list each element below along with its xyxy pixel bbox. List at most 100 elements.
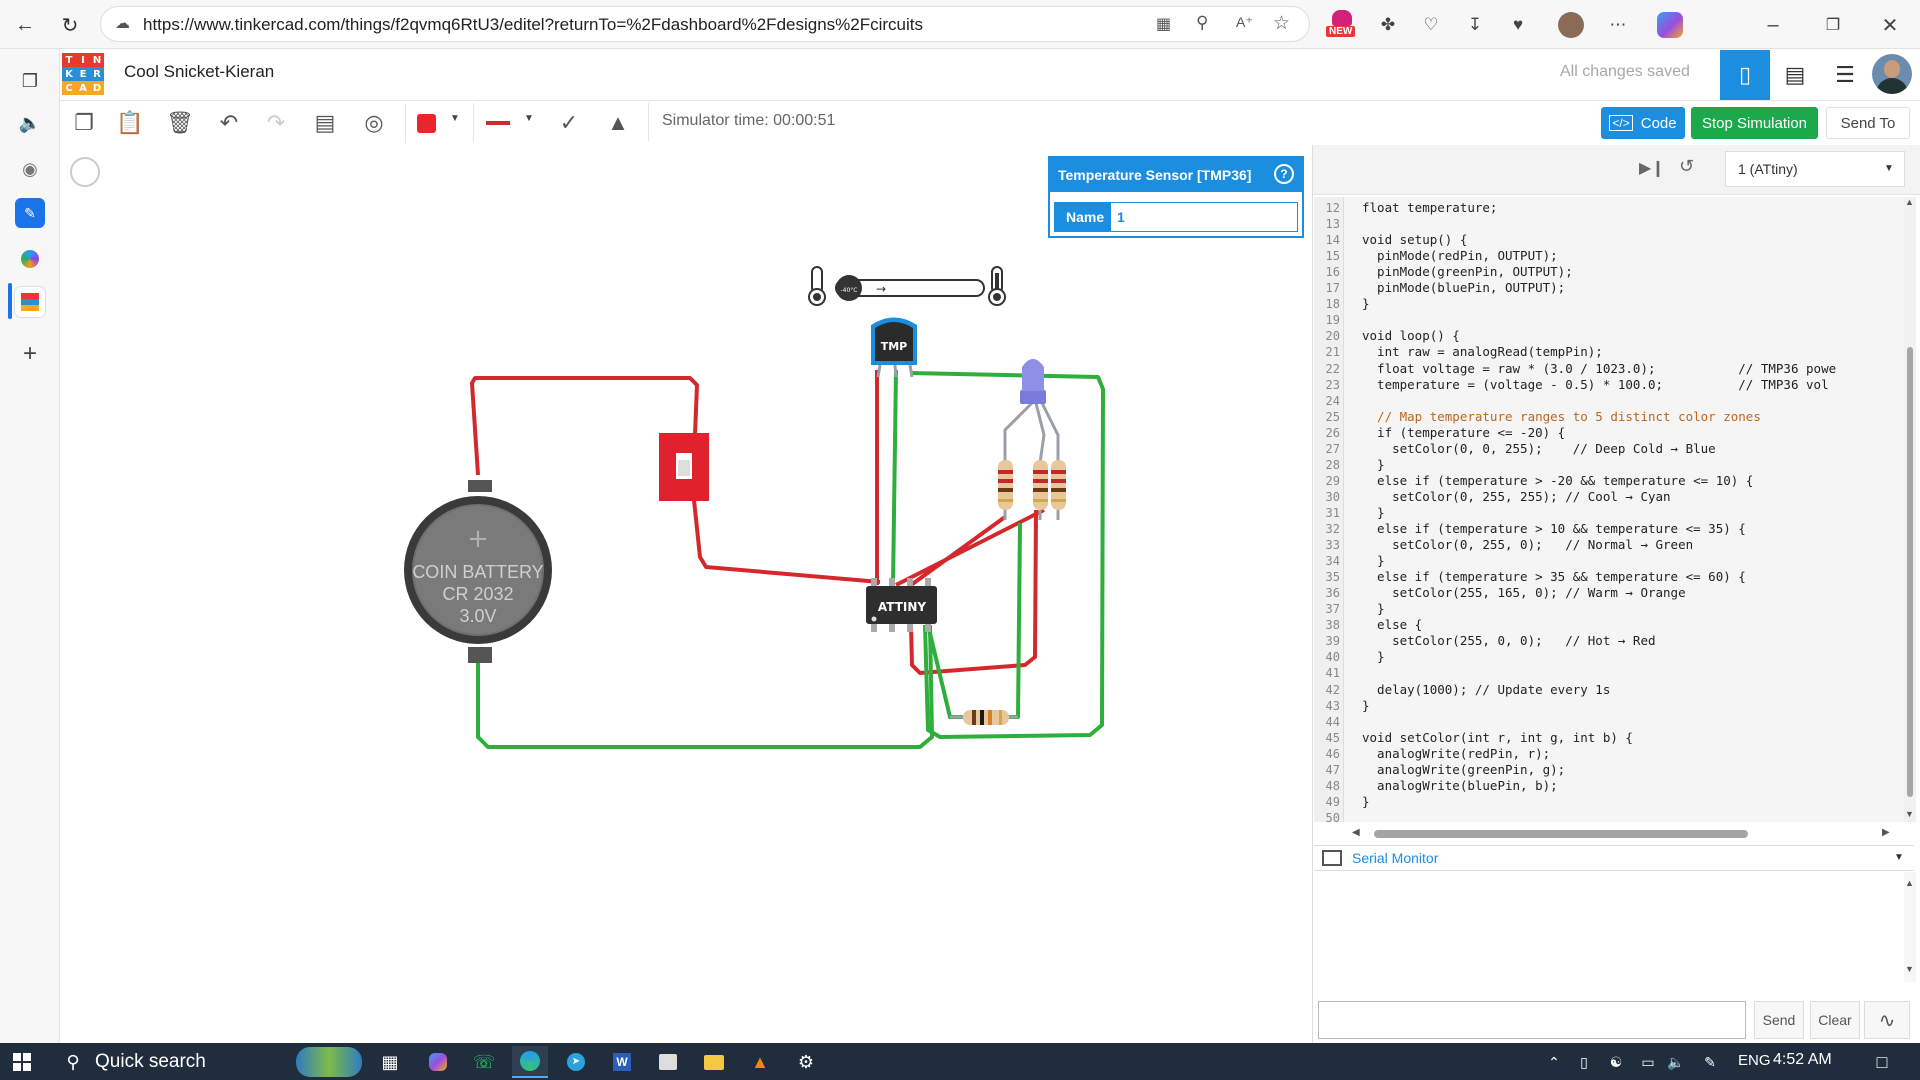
code-line[interactable]: else if (temperature > 10 && temperature… xyxy=(1362,521,1746,536)
code-line[interactable]: setColor(255, 0, 0); // Hot → Red xyxy=(1362,633,1655,648)
task-view-icon[interactable]: ▦ xyxy=(372,1046,408,1078)
speaker-icon[interactable]: 🔈 xyxy=(15,108,45,138)
github-icon[interactable]: ◉ xyxy=(15,154,45,184)
send-button[interactable]: Send xyxy=(1754,1001,1804,1039)
code-line[interactable]: } xyxy=(1362,457,1385,472)
flip-icon[interactable]: ▲ xyxy=(601,107,635,139)
user-avatar[interactable] xyxy=(1872,54,1912,94)
code-line[interactable]: pinMode(bluePin, OUTPUT); xyxy=(1362,280,1565,295)
code-line[interactable]: setColor(0, 0, 255); // Deep Cold → Blue xyxy=(1362,441,1716,456)
notes-visibility-icon[interactable]: ◎ xyxy=(357,107,391,139)
refresh-icon[interactable]: ↻ xyxy=(55,10,85,40)
restore-icon[interactable]: ❐ xyxy=(1820,12,1846,38)
minimize-icon[interactable]: – xyxy=(1760,12,1786,38)
send-to-button[interactable]: Send To xyxy=(1826,107,1910,139)
serial-input[interactable] xyxy=(1318,1001,1746,1039)
code-editor[interactable]: 12 13 14 15 16 17 18 19 20 21 22 23 24 25 26 27 28 29 30 31… xyxy=(1314,197,1904,822)
downloads-icon[interactable]: ↧ xyxy=(1462,12,1488,38)
wire-green[interactable] xyxy=(891,369,898,586)
code-line[interactable]: } xyxy=(1362,698,1370,713)
vlc-icon[interactable]: ▲ xyxy=(742,1046,778,1078)
app-view-icon[interactable]: ▦ xyxy=(1156,14,1171,34)
step-over-icon[interactable]: ▶❙ xyxy=(1639,158,1665,178)
volume-icon[interactable]: 🔈 xyxy=(1658,1046,1694,1078)
wire-red[interactable] xyxy=(909,515,1007,587)
store-icon[interactable] xyxy=(650,1046,686,1078)
resistor[interactable] xyxy=(950,710,1018,725)
restart-icon[interactable]: ↺ xyxy=(1679,156,1694,177)
scroll-down-icon[interactable]: ▼ xyxy=(1905,809,1914,819)
scrollbar-thumb[interactable] xyxy=(1907,347,1913,797)
new-features-icon[interactable]: NEW xyxy=(1326,10,1358,42)
profile-avatar[interactable] xyxy=(1558,12,1584,38)
favorites-icon[interactable]: ♡ xyxy=(1418,12,1444,38)
copilot-icon[interactable] xyxy=(1657,12,1683,38)
scrollbar-thumb[interactable] xyxy=(1374,830,1748,838)
code-line[interactable]: else if (temperature > 35 && temperature… xyxy=(1362,569,1746,584)
redo-icon[interactable]: ↷ xyxy=(259,107,293,139)
word-icon[interactable]: W xyxy=(604,1046,640,1078)
tinkercad-logo[interactable]: T I N K E R C A D xyxy=(62,53,104,95)
device-select[interactable]: 1 (ATtiny) ▼ xyxy=(1725,151,1905,187)
component-list-icon[interactable]: ☰ xyxy=(1820,50,1870,100)
scroll-up-icon[interactable]: ▲ xyxy=(1905,197,1914,207)
undo-icon[interactable]: ↶ xyxy=(212,107,246,139)
code-line[interactable]: pinMode(redPin, OUTPUT); xyxy=(1362,248,1558,263)
project-title[interactable]: Cool Snicket-Kieran xyxy=(124,62,274,82)
code-line[interactable]: void loop() { xyxy=(1362,328,1460,343)
code-line[interactable]: } xyxy=(1362,794,1370,809)
battery-icon[interactable]: ▯ xyxy=(1566,1046,1602,1078)
taskbar-search[interactable]: Quick search xyxy=(95,1051,206,1073)
resistor[interactable] xyxy=(998,460,1013,520)
code-line[interactable]: } xyxy=(1362,649,1385,664)
notes-icon[interactable]: ▤ xyxy=(308,107,342,139)
address-bar[interactable]: ☁ https://www.tinkercad.com/things/f2qvm… xyxy=(100,6,1310,42)
circuit-view-icon[interactable]: ▯ xyxy=(1720,50,1770,100)
notifications-icon[interactable]: □ xyxy=(1864,1046,1900,1078)
code-line[interactable]: int raw = analogRead(tempPin); xyxy=(1362,344,1603,359)
delete-icon[interactable]: 🗑 xyxy=(163,107,197,139)
clock[interactable]: 4:52 AM xyxy=(1773,1051,1832,1069)
graph-icon[interactable]: ∿ xyxy=(1864,1001,1910,1039)
paste-icon[interactable]: 📋 xyxy=(113,107,147,139)
wifi-icon[interactable]: ☯ xyxy=(1598,1046,1634,1078)
temperature-slider[interactable]: -40°C → xyxy=(835,275,985,301)
code-line[interactable]: setColor(0, 255, 0); // Normal → Green xyxy=(1362,537,1693,552)
code-line[interactable]: temperature = (voltage - 0.5) * 100.0; /… xyxy=(1362,377,1829,392)
wire-green[interactable] xyxy=(926,522,1022,719)
name-field[interactable]: 1 xyxy=(1110,202,1298,232)
telegram-icon[interactable]: ➤ xyxy=(558,1046,594,1078)
tab-actions-icon[interactable]: ❐ xyxy=(15,66,45,96)
code-button[interactable]: </> Code xyxy=(1601,107,1685,139)
wire-red[interactable] xyxy=(895,508,1045,587)
code-line[interactable]: pinMode(greenPin, OUTPUT); xyxy=(1362,264,1573,279)
code-line[interactable]: float voltage = raw * (3.0 / 1023.0); //… xyxy=(1362,361,1836,376)
add-app-icon[interactable]: + xyxy=(15,339,45,369)
whatsapp-icon[interactable]: ☏ xyxy=(466,1046,502,1078)
serial-scrollbar[interactable]: ▲ ▼ xyxy=(1904,872,1916,982)
chevron-down-icon[interactable]: ▼ xyxy=(1894,852,1904,863)
settings-gear-icon[interactable]: ⚙ xyxy=(788,1046,824,1078)
copy-icon[interactable]: ❐ xyxy=(67,107,101,139)
serial-monitor-header[interactable]: Serial Monitor ▼ xyxy=(1314,845,1914,871)
more-options-icon[interactable]: ⋯ xyxy=(1605,12,1631,38)
code-line[interactable]: setColor(255, 165, 0); // Warm → Orange xyxy=(1362,585,1686,600)
code-line[interactable]: if (temperature <= -20) { xyxy=(1362,425,1565,440)
wire-style-picker[interactable]: ▼ xyxy=(473,103,539,143)
edit-app-icon[interactable]: ✎ xyxy=(15,198,45,228)
favorite-star-icon[interactable]: ☆ xyxy=(1273,12,1290,35)
windows-start-icon[interactable] xyxy=(4,1046,40,1078)
clear-button[interactable]: Clear xyxy=(1810,1001,1860,1039)
close-window-icon[interactable]: ✕ xyxy=(1877,12,1903,38)
scroll-right-icon[interactable]: ▶ xyxy=(1882,827,1890,838)
code-line[interactable]: } xyxy=(1362,505,1385,520)
wire-red[interactable] xyxy=(692,499,881,584)
scroll-up-icon[interactable]: ▲ xyxy=(1905,878,1914,888)
site-info-icon[interactable]: ☁ xyxy=(115,14,130,32)
stop-simulation-button[interactable]: Stop Simulation xyxy=(1691,107,1818,139)
code-line[interactable]: setColor(0, 255, 255); // Cool → Cyan xyxy=(1362,489,1670,504)
code-line[interactable]: // Map temperature ranges to 5 distinct … xyxy=(1362,409,1761,424)
code-line[interactable]: void setColor(int r, int g, int b) { xyxy=(1362,730,1633,745)
back-arrow-icon[interactable]: ← xyxy=(10,10,40,40)
code-line[interactable]: void setup() { xyxy=(1362,232,1467,247)
